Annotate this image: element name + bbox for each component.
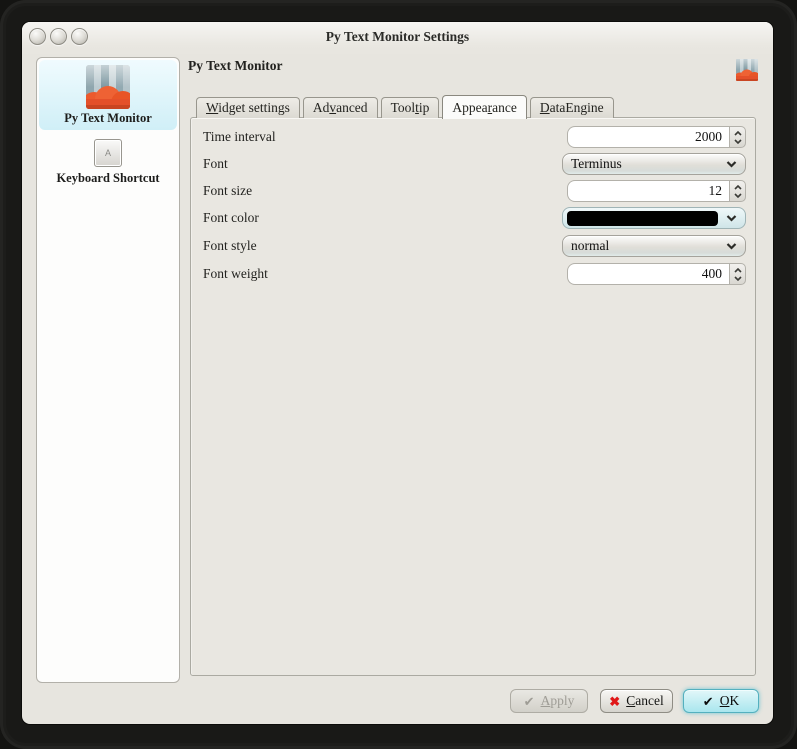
sidebar-item-keyboard-shortcut[interactable]: A Keyboard Shortcut xyxy=(39,130,177,190)
spin-buttons xyxy=(729,263,746,285)
font-size-label: Font size xyxy=(203,183,567,199)
check-icon: ✔ xyxy=(524,695,535,708)
font-size-input[interactable]: 12 xyxy=(567,180,729,202)
sidebar-item-py-text-monitor[interactable]: Py Text Monitor xyxy=(39,60,177,130)
spin-up-button[interactable] xyxy=(733,267,743,274)
form-row: Font weight 400 xyxy=(203,263,746,285)
time-interval-spinbox: 2000 xyxy=(567,126,746,148)
cancel-button-label: Cancel xyxy=(626,693,664,709)
tab-widget-settings[interactable]: Widget settings xyxy=(196,97,300,118)
window-control-button-1[interactable] xyxy=(29,28,46,45)
font-style-label: Font style xyxy=(203,238,562,254)
font-style-combobox-value: normal xyxy=(571,236,726,256)
keyboard-key-icon: A xyxy=(94,139,122,167)
settings-dialog: Py Text Monitor Settings Py Text Monitor… xyxy=(22,22,773,724)
font-weight-label: Font weight xyxy=(203,266,567,282)
time-interval-label: Time interval xyxy=(203,129,567,145)
font-combobox-value: Terminus xyxy=(571,154,726,174)
color-swatch xyxy=(567,211,718,226)
spin-up-button[interactable] xyxy=(733,184,743,191)
window-control-button-2[interactable] xyxy=(50,28,67,45)
font-weight-spinbox: 400 xyxy=(567,263,746,285)
spin-buttons xyxy=(729,180,746,202)
form-row: Time interval 2000 xyxy=(203,126,746,148)
tab-dataengine[interactable]: DataEngine xyxy=(530,97,614,118)
form-row: Font color xyxy=(203,207,746,229)
font-combobox[interactable]: Terminus xyxy=(562,153,746,175)
font-label: Font xyxy=(203,156,562,172)
sidebar-item-label: Keyboard Shortcut xyxy=(41,171,175,186)
apply-button-label: Apply xyxy=(541,693,575,709)
form-row: Font Terminus xyxy=(203,153,746,175)
ok-button[interactable]: ✔ OK xyxy=(683,689,759,713)
page-title: Py Text Monitor xyxy=(188,58,283,74)
font-weight-input[interactable]: 400 xyxy=(567,263,729,285)
sidebar: Py Text Monitor A Keyboard Shortcut xyxy=(36,57,180,683)
form-row: Font size 12 xyxy=(203,180,746,202)
tab-bar: Widget settings Advanced Tooltip Appeara… xyxy=(196,94,614,118)
spin-down-button[interactable] xyxy=(733,138,743,145)
titlebar: Py Text Monitor Settings xyxy=(22,22,773,56)
check-icon: ✔ xyxy=(703,695,714,708)
tab-appearance[interactable]: Appearance xyxy=(442,95,526,119)
chevron-down-icon xyxy=(726,243,737,250)
chart-icon xyxy=(86,65,130,109)
font-style-combobox[interactable]: normal xyxy=(562,235,746,257)
spin-down-button[interactable] xyxy=(733,192,743,199)
apply-button[interactable]: ✔ Apply xyxy=(510,689,588,713)
tab-advanced[interactable]: Advanced xyxy=(303,97,378,118)
font-size-spinbox: 12 xyxy=(567,180,746,202)
cancel-button[interactable]: ✖ Cancel xyxy=(600,689,673,713)
spin-down-button[interactable] xyxy=(733,275,743,282)
tab-tooltip[interactable]: Tooltip xyxy=(381,97,440,118)
time-interval-input[interactable]: 2000 xyxy=(567,126,729,148)
window-control-button-3[interactable] xyxy=(71,28,88,45)
font-color-button[interactable] xyxy=(562,207,746,229)
ok-button-label: OK xyxy=(720,693,740,709)
font-color-label: Font color xyxy=(203,210,562,226)
window-controls xyxy=(29,28,88,45)
sidebar-item-label: Py Text Monitor xyxy=(41,111,175,126)
spin-buttons xyxy=(729,126,746,148)
x-icon: ✖ xyxy=(609,695,620,708)
spin-up-button[interactable] xyxy=(733,130,743,137)
key-letter: A xyxy=(105,148,111,158)
chevron-down-icon xyxy=(726,161,737,168)
form-row: Font style normal xyxy=(203,235,746,257)
applet-chart-icon xyxy=(736,59,758,81)
appearance-tab-panel: Time interval 2000 Font Terminus Font si… xyxy=(190,117,756,676)
window-title: Py Text Monitor Settings xyxy=(22,22,773,52)
chevron-down-icon xyxy=(726,215,737,222)
